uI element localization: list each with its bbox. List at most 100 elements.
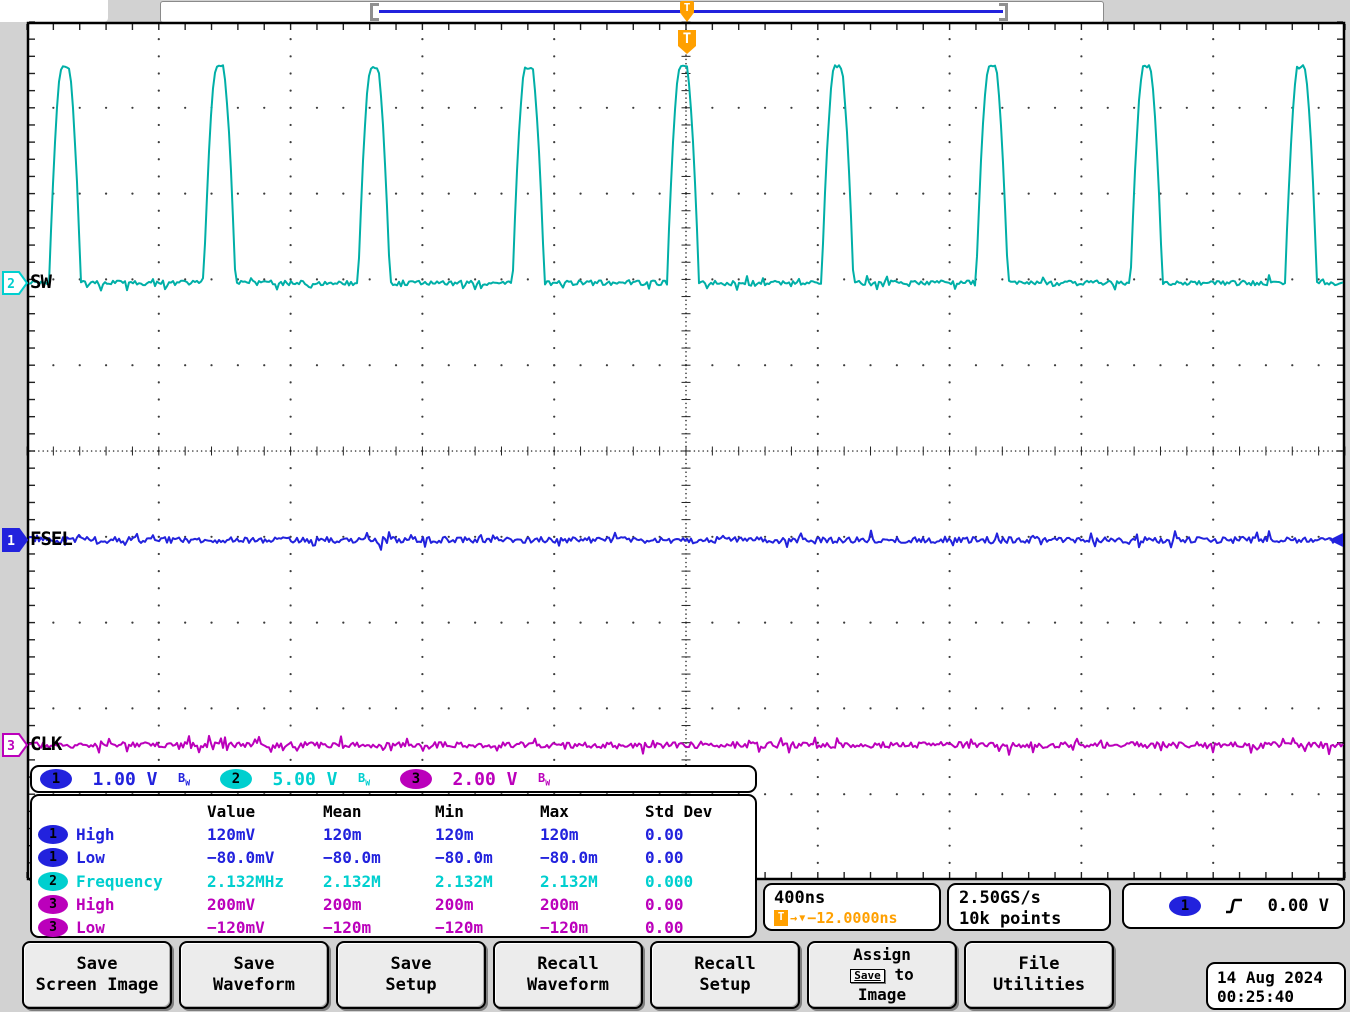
- assign-save-to-image-button[interactable]: Assign Save to Image: [807, 941, 957, 1009]
- trigger-down-arrow-icon: [681, 14, 693, 22]
- channel-1-badge: 1: [38, 825, 68, 844]
- channel-scale-bar: 1 1.00 V BW 2 5.00 V BW 3 2.00 V BW: [30, 765, 757, 793]
- channel-2-badge: 2: [38, 872, 68, 891]
- col-header-stddev: Std Dev: [645, 800, 755, 823]
- bandwidth-limit-icon: BW: [538, 771, 550, 787]
- trace-clk: [29, 736, 1343, 755]
- trigger-position-marker[interactable]: T: [676, 0, 698, 22]
- measurement-std: 0.00: [645, 823, 755, 846]
- rising-edge-icon: [1223, 896, 1245, 916]
- trigger-delay-readout: T→▼−12.0000ns: [774, 909, 939, 927]
- measurement-name: High: [76, 893, 115, 916]
- measurement-name: Frequency: [76, 870, 163, 893]
- measurement-value: 120mV: [207, 823, 323, 846]
- window-bracket-left-icon: [370, 3, 379, 21]
- trace-label-sw: SW: [30, 271, 51, 293]
- record-view-strip: [0, 0, 1350, 22]
- measurement-row: 1 Low: [32, 846, 207, 869]
- record-length: 10k points: [959, 909, 1109, 930]
- measurement-min: −120m: [435, 916, 540, 939]
- measurement-row: 2 Frequency: [32, 870, 207, 893]
- date-value: 14 Aug 2024: [1217, 968, 1344, 987]
- recall-waveform-button[interactable]: RecallWaveform: [493, 941, 643, 1009]
- measurement-value: −80.0mV: [207, 846, 323, 869]
- measurement-min: 2.132M: [435, 870, 540, 893]
- channel-2-position-marker[interactable]: 2: [3, 272, 27, 294]
- record-view-bar[interactable]: [160, 1, 1104, 23]
- measurement-name: High: [76, 823, 115, 846]
- measurement-value: 2.132MHz: [207, 870, 323, 893]
- trigger-t-icon: T: [774, 910, 788, 926]
- measurement-value: −120mV: [207, 916, 323, 939]
- channel-2-scale[interactable]: 2 5.00 V BW: [220, 769, 400, 790]
- channel-1-scale[interactable]: 1 1.00 V BW: [40, 769, 220, 790]
- trigger-level-value: 0.00 V: [1268, 896, 1329, 916]
- channel-2-scale-value: 5.00 V: [252, 769, 358, 790]
- svg-text:T: T: [683, 31, 691, 47]
- trace-sw: [29, 65, 1343, 290]
- measurement-mean: −120m: [323, 916, 435, 939]
- time-value: 00:25:40: [1217, 987, 1344, 1006]
- top-left-cap: [0, 0, 108, 22]
- trigger-delay-value: −12.0000ns: [807, 909, 897, 927]
- col-header-min: Min: [435, 800, 540, 823]
- trace-fsel: [29, 531, 1343, 550]
- channel-3-badge: 3: [38, 895, 68, 914]
- measurement-max: 120m: [540, 823, 645, 846]
- measurement-min: 120m: [435, 823, 540, 846]
- svg-text:2: 2: [7, 277, 15, 292]
- measurement-row: 3 High: [32, 893, 207, 916]
- measurement-min: −80.0m: [435, 846, 540, 869]
- time-per-div: 400ns: [774, 888, 939, 909]
- measurement-row: 1 High: [32, 823, 207, 846]
- measurement-std: 0.00: [645, 916, 755, 939]
- measurement-max: 2.132M: [540, 870, 645, 893]
- channel-1-position-marker[interactable]: 1: [3, 529, 27, 551]
- save-setup-button[interactable]: SaveSetup: [336, 941, 486, 1009]
- down-triangle-icon: ▼: [799, 913, 805, 924]
- trigger-source-badge: 1: [1169, 896, 1201, 916]
- oscilloscope-screen: T 2 1 3 T SW FSEL CLK 1 1.00 V BW 2 5.00 V …: [0, 0, 1350, 1012]
- measurement-min: 200m: [435, 893, 540, 916]
- trigger-t-icon: T: [680, 1, 694, 14]
- horizontal-readout: 400ns T→▼−12.0000ns: [763, 883, 941, 931]
- col-header-value: Value: [207, 800, 323, 823]
- measurement-table: Value Mean Min Max Std Dev 1 High 120mV …: [30, 794, 757, 938]
- channel-3-badge: 3: [38, 918, 68, 937]
- svg-text:3: 3: [7, 739, 15, 754]
- channel-1-badge: 1: [40, 769, 72, 789]
- save-screen-image-button[interactable]: SaveScreen Image: [22, 941, 172, 1009]
- recall-setup-button[interactable]: RecallSetup: [650, 941, 800, 1009]
- measurement-mean: 2.132M: [323, 870, 435, 893]
- col-header-max: Max: [540, 800, 645, 823]
- trace-label-fsel: FSEL: [30, 528, 72, 550]
- sample-rate: 2.50GS/s: [959, 888, 1109, 909]
- trigger-position-badge: T: [678, 30, 696, 54]
- measurement-std: 0.00: [645, 846, 755, 869]
- file-utilities-button[interactable]: FileUtilities: [964, 941, 1114, 1009]
- channel-2-badge: 2: [220, 769, 252, 789]
- right-arrow-icon: →: [790, 911, 797, 925]
- measurement-mean: −80.0m: [323, 846, 435, 869]
- trigger-readout: 1 0.00 V: [1122, 883, 1345, 929]
- bandwidth-limit-icon: BW: [178, 771, 190, 787]
- channel-1-scale-value: 1.00 V: [72, 769, 178, 790]
- measurement-mean: 120m: [323, 823, 435, 846]
- measurement-std: 0.00: [645, 893, 755, 916]
- channel-3-scale[interactable]: 3 2.00 V BW: [400, 769, 580, 790]
- channel-3-position-marker[interactable]: 3: [3, 734, 27, 756]
- channel-3-badge: 3: [400, 769, 432, 789]
- measurement-std: 0.000: [645, 870, 755, 893]
- measurement-max: −120m: [540, 916, 645, 939]
- measurement-name: Low: [76, 846, 105, 869]
- svg-text:1: 1: [7, 534, 15, 549]
- trace-label-clk: CLK: [30, 733, 61, 755]
- measurement-row: 3 Low: [32, 916, 207, 939]
- col-header-mean: Mean: [323, 800, 435, 823]
- channel-1-badge: 1: [38, 848, 68, 867]
- measurement-max: −80.0m: [540, 846, 645, 869]
- measurement-mean: 200m: [323, 893, 435, 916]
- grid-dots: [27, 22, 1345, 880]
- save-waveform-button[interactable]: SaveWaveform: [179, 941, 329, 1009]
- acquisition-readout: 2.50GS/s 10k points: [947, 883, 1111, 931]
